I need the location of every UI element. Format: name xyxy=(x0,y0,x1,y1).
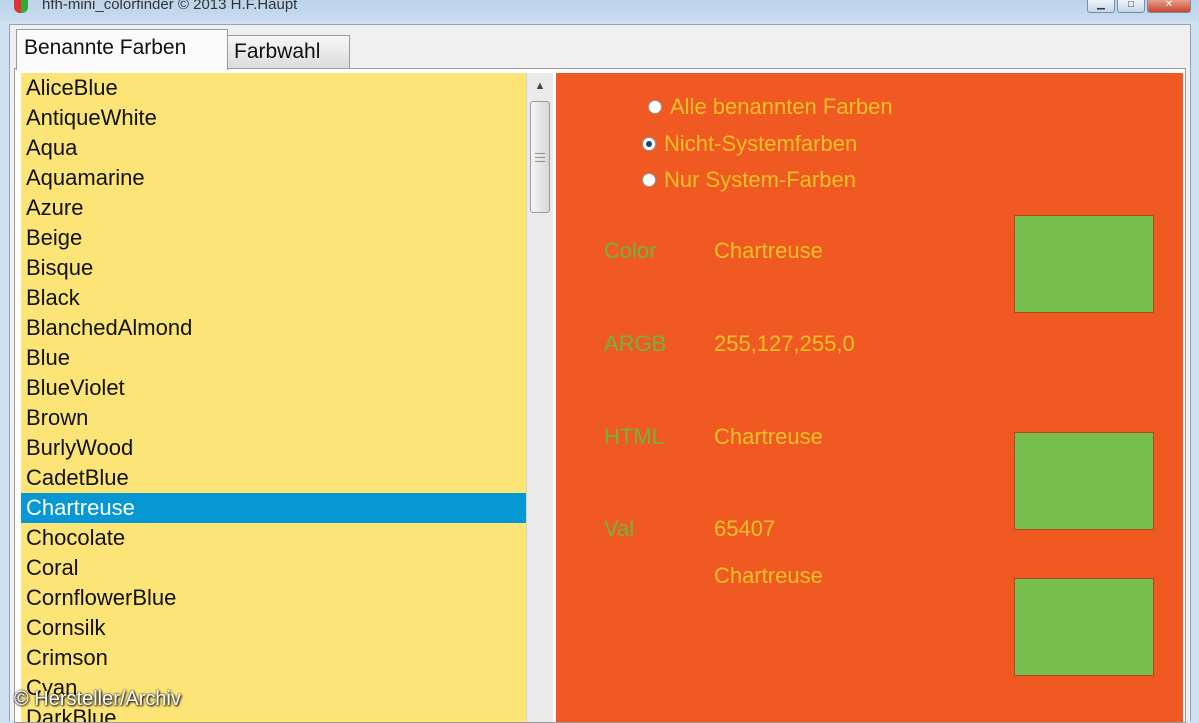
color-details-panel: Alle benannten Farben Nicht-Systemfarben… xyxy=(556,73,1183,722)
list-item[interactable]: Blue xyxy=(21,343,526,373)
color-value: Chartreuse xyxy=(714,238,823,263)
color-listbox[interactable]: AliceBlue AntiqueWhite Aqua Aquamarine Azure… xyxy=(21,73,526,722)
list-scrollbar[interactable]: ▲ — — — xyxy=(526,73,553,722)
watermark: © Hersteller/Archiv xyxy=(14,688,181,710)
window-controls: ▁ □ ✕ xyxy=(1087,0,1191,13)
list-item[interactable]: Black xyxy=(21,283,526,313)
minimize-button[interactable]: ▁ xyxy=(1087,0,1115,13)
list-item[interactable]: Coral xyxy=(21,553,526,583)
window-client-area: Benannte Farben Farbwahl AliceBlue Antiqu… xyxy=(9,24,1191,723)
radio-non-system[interactable] xyxy=(642,137,656,151)
argb-label: ARGB xyxy=(604,331,667,356)
list-item[interactable]: Azure xyxy=(21,193,526,223)
radio-all[interactable] xyxy=(648,100,662,114)
radio-system-only[interactable] xyxy=(642,173,656,187)
close-button[interactable]: ✕ xyxy=(1147,0,1191,13)
app-icon xyxy=(14,0,28,13)
list-item[interactable]: Crimson xyxy=(21,643,526,673)
html-label: HTML xyxy=(604,424,664,449)
filter-option-system-only[interactable]: Nur System-Farben xyxy=(642,167,856,193)
grip-icon: — — — xyxy=(535,148,545,167)
list-item[interactable]: Brown xyxy=(21,403,526,433)
filter-option-label: Nur System-Farben xyxy=(664,167,856,192)
scroll-up-arrow-icon[interactable]: ▲ xyxy=(527,73,553,99)
scroll-thumb[interactable]: — — — xyxy=(530,101,550,213)
list-item[interactable]: BlanchedAlmond xyxy=(21,313,526,343)
color-swatch-bottom xyxy=(1014,578,1154,676)
color-swatch-top xyxy=(1014,215,1154,313)
filter-option-all[interactable]: Alle benannten Farben xyxy=(648,94,893,120)
filter-option-label: Nicht-Systemfarben xyxy=(664,131,858,156)
filter-option-non-system[interactable]: Nicht-Systemfarben xyxy=(642,131,857,157)
val-value: 65407 xyxy=(714,516,776,541)
color-swatch-middle xyxy=(1014,432,1154,530)
argb-value: 255,127,255,0 xyxy=(714,331,855,356)
filter-option-label: Alle benannten Farben xyxy=(670,94,893,119)
maximize-button[interactable]: □ xyxy=(1117,0,1145,13)
list-item[interactable]: Chocolate xyxy=(21,523,526,553)
list-item[interactable]: Cornsilk xyxy=(21,613,526,643)
list-item[interactable]: Aqua xyxy=(21,133,526,163)
list-item[interactable]: Aquamarine xyxy=(21,163,526,193)
tab-page: AliceBlue AntiqueWhite Aqua Aquamarine Azure… xyxy=(14,68,1186,723)
extra-name-value: Chartreuse xyxy=(714,563,823,588)
list-item[interactable]: Bisque xyxy=(21,253,526,283)
color-label: Color xyxy=(604,238,657,263)
list-item[interactable]: Chartreuse xyxy=(21,493,526,523)
tab-benannte-farben[interactable]: Benannte Farben xyxy=(16,29,228,70)
list-item[interactable]: AliceBlue xyxy=(21,73,526,103)
window-title: hfh-mini_colorfinder © 2013 H.F.Haupt xyxy=(42,0,298,13)
list-item[interactable]: Beige xyxy=(21,223,526,253)
list-item[interactable]: BlueViolet xyxy=(21,373,526,403)
list-item[interactable]: CornflowerBlue xyxy=(21,583,526,613)
tab-farbwahl[interactable]: Farbwahl xyxy=(226,35,350,68)
html-value: Chartreuse xyxy=(714,424,823,449)
title-bar: hfh-mini_colorfinder © 2013 H.F.Haupt ▁ … xyxy=(0,0,1199,22)
list-item[interactable]: AntiqueWhite xyxy=(21,103,526,133)
list-item[interactable]: BurlyWood xyxy=(21,433,526,463)
val-label: Val xyxy=(604,516,635,541)
list-item[interactable]: CadetBlue xyxy=(21,463,526,493)
